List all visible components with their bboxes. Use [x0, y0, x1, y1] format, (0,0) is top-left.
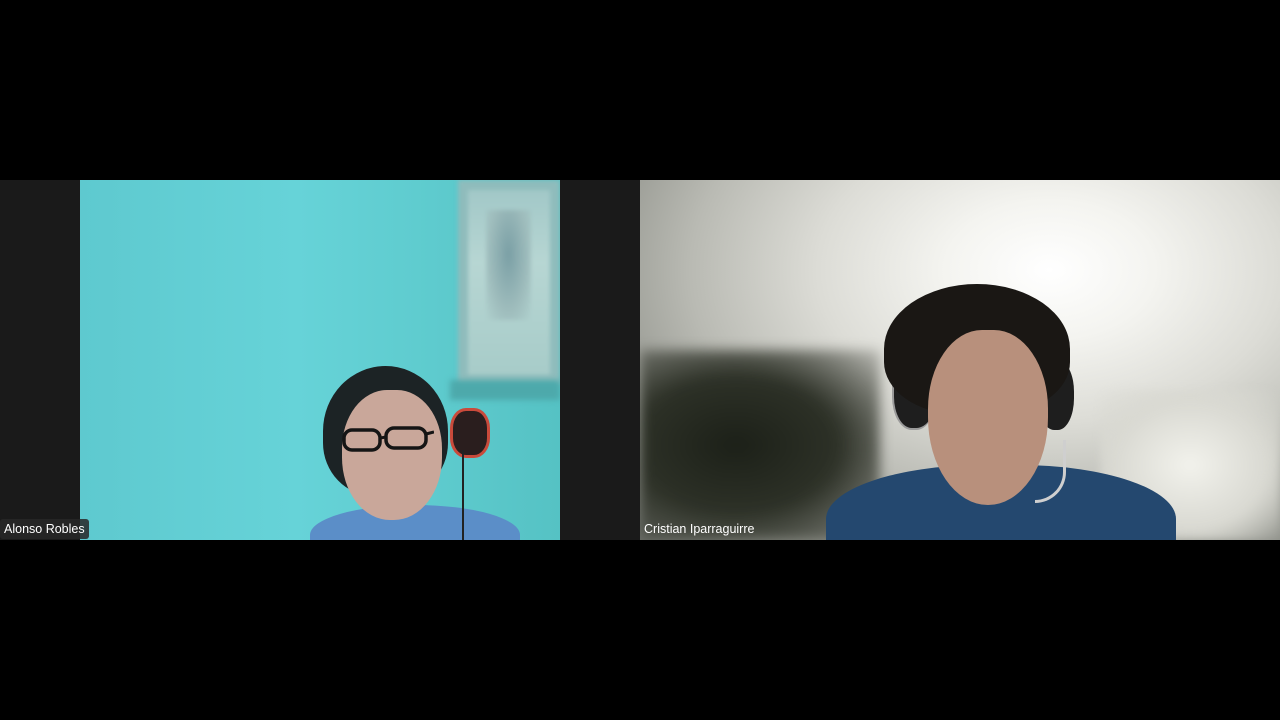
meeting-gallery-view: Alonso Robles Cristian Iparraguirre [0, 0, 1280, 720]
headset-cable [462, 450, 464, 540]
wall-shadow [450, 380, 560, 400]
participant-tile-alonso-robles[interactable]: Alonso Robles [0, 180, 640, 540]
participant-name-label: Alonso Robles [0, 519, 89, 539]
participant-video-feed [80, 180, 560, 540]
wall-picture-frame [458, 180, 560, 385]
glasses-icon [342, 426, 434, 452]
participant-name-label: Cristian Iparraguirre [644, 522, 755, 536]
participant-face [928, 330, 1048, 505]
participant-face [342, 390, 442, 520]
participant-tile-cristian-iparraguirre[interactable]: Cristian Iparraguirre [640, 180, 1280, 540]
participant-video-feed [640, 180, 1280, 540]
headset-icon [450, 408, 490, 458]
